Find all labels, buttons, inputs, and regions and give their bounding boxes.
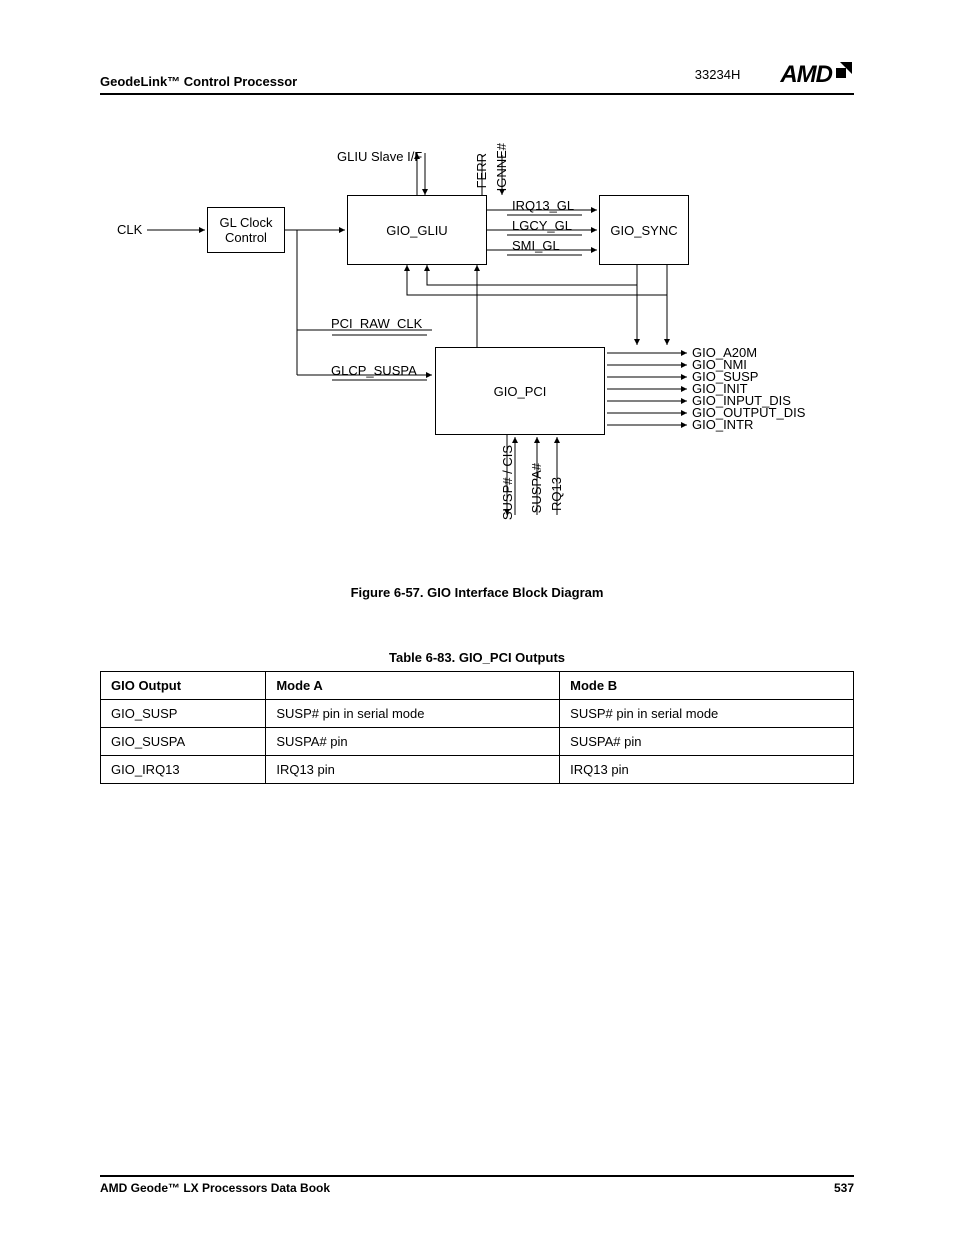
label-lgcy-gl: LGCY_GL xyxy=(512,218,572,233)
block-gio-pci: GIO_PCI xyxy=(435,347,605,435)
table-caption: Table 6-83. GIO_PCI Outputs xyxy=(100,650,854,665)
label-gliu-slave: GLIU Slave I/F xyxy=(337,149,422,164)
label-clk: CLK xyxy=(117,222,142,237)
header-title: GeodeLink™ Control Processor xyxy=(100,74,297,89)
page-footer: AMD Geode™ LX Processors Data Book 537 xyxy=(100,1175,854,1195)
figure-caption: Figure 6-57. GIO Interface Block Diagram xyxy=(100,585,854,600)
block-gl-clock: GL Clock Control xyxy=(207,207,285,253)
table-row: GIO_IRQ13 IRQ13 pin IRQ13 pin xyxy=(101,756,854,784)
amd-arrow-icon xyxy=(832,60,854,89)
label-glcp-suspa: GLCP_SUSPA xyxy=(331,363,417,378)
block-gio-gliu: GIO_GLIU xyxy=(347,195,487,265)
block-diagram: GL Clock Control GIO_GLIU GIO_SYNC GIO_P… xyxy=(127,135,827,565)
label-smi-gl: SMI_GL xyxy=(512,238,560,253)
label-ignne: IGNNE# xyxy=(494,143,509,191)
label-pci-raw-clk: PCI_RAW_CLK xyxy=(331,316,422,331)
table-row: GIO_SUSPA SUSPA# pin SUSPA# pin xyxy=(101,728,854,756)
col-mode-a: Mode A xyxy=(266,672,560,700)
footer-book: AMD Geode™ LX Processors Data Book xyxy=(100,1181,330,1195)
label-gio-intr: GIO_INTR xyxy=(692,417,753,432)
label-rq13: RQ13 xyxy=(549,477,564,511)
amd-logo: AMD xyxy=(780,60,854,89)
doc-number: 33234H xyxy=(695,67,741,82)
label-irq13-gl: IRQ13_GL xyxy=(512,198,574,213)
table-row: GIO_SUSP SUSP# pin in serial mode SUSP# … xyxy=(101,700,854,728)
label-suspa: SUSPA# xyxy=(529,463,544,513)
label-susp-cis: SUSP# / CIS xyxy=(500,445,515,520)
col-gio-output: GIO Output xyxy=(101,672,266,700)
gio-pci-outputs-table: GIO Output Mode A Mode B GIO_SUSP SUSP# … xyxy=(100,671,854,784)
label-ferr: FERR xyxy=(474,153,489,188)
col-mode-b: Mode B xyxy=(560,672,854,700)
footer-page: 537 xyxy=(834,1181,854,1195)
page: GeodeLink™ Control Processor 33234H AMD xyxy=(0,0,954,1235)
page-header: GeodeLink™ Control Processor 33234H AMD xyxy=(100,60,854,95)
block-gio-sync: GIO_SYNC xyxy=(599,195,689,265)
